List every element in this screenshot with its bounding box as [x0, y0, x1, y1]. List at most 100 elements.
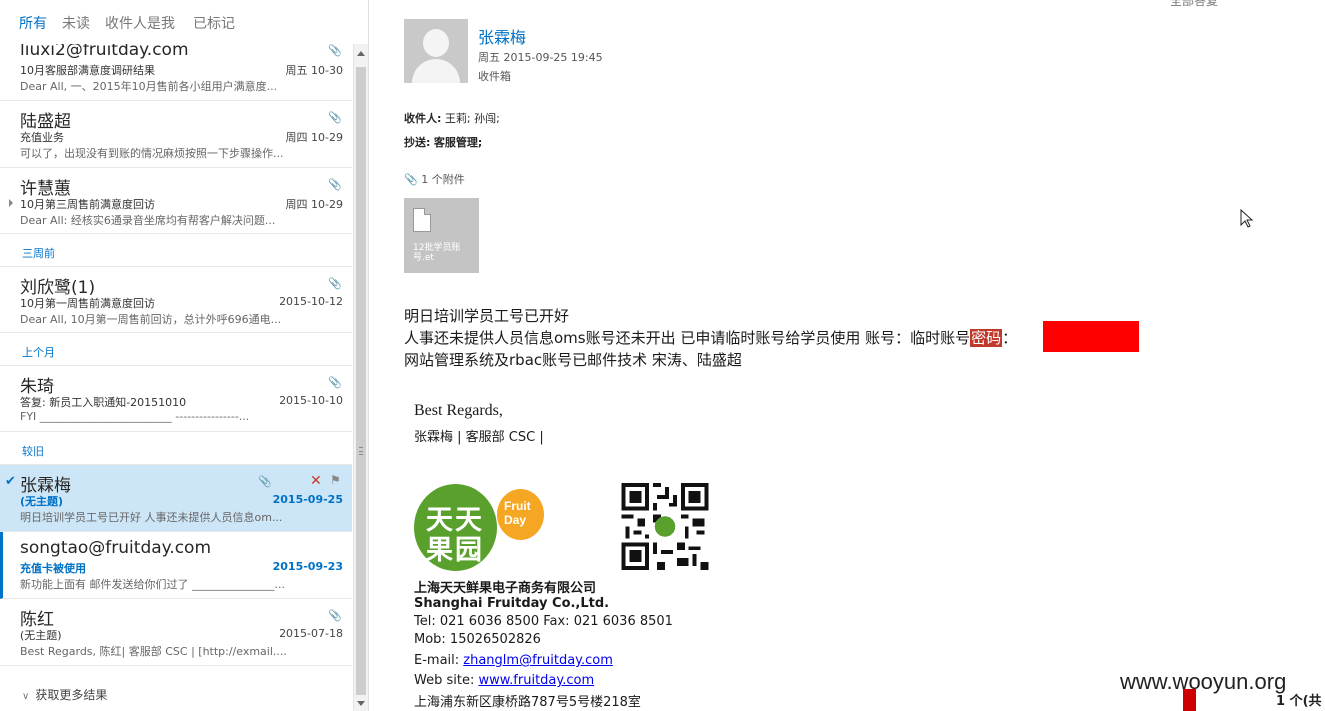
group-label: 上个月 [22, 346, 55, 359]
mail-item[interactable]: 陈红 📎 (无主题) 2015-07-18 Best Regards, 陈红| … [0, 599, 352, 666]
website-link[interactable]: www.fruitday.com [478, 673, 594, 688]
attachment-count-label: 1 个附件 [421, 173, 465, 186]
body-text: 人事还未提供人员信息oms账号还未开出 已申请临时账号给学员使用 账号：临时账号 [404, 329, 971, 347]
mail-subject: 10月客服部满意度调研结果 [20, 64, 155, 77]
mail-date: 2015-07-18 [279, 627, 343, 640]
mail-preview: FYI ________________________ -----------… [20, 410, 250, 423]
mail-list: liuxi2@fruitday.com 📎 10月客服部满意度调研结果 周五 1… [0, 44, 352, 711]
mail-subject: 充值业务 [20, 131, 64, 144]
to-recipients[interactable]: 王莉; 孙闯; [445, 112, 500, 125]
cc-label: 抄送: [404, 136, 431, 149]
email-label: E-mail: [414, 653, 464, 668]
attachment-icon: 📎 [328, 609, 342, 622]
body-text: ： [1002, 329, 1018, 347]
body-line: 网站管理系统及rbac账号已邮件技术 宋涛、陆盛超 [404, 351, 742, 369]
redaction-block [1043, 321, 1139, 352]
mail-subject: 充值卡被使用 [20, 562, 86, 575]
email-link[interactable]: zhanglm@fruitday.com [463, 653, 613, 668]
mail-subject: (无主题) [20, 495, 64, 508]
mail-item[interactable]: 陆盛超 📎 充值业务 周四 10-29 可以了，出现没有到账的情况麻烦按照一下步… [0, 101, 352, 168]
body-line: 人事还未提供人员信息oms账号还未开出 已申请临时账号给学员使用 账号：临时账号… [404, 327, 1017, 348]
checkmark-icon[interactable]: ✔ [5, 474, 16, 489]
group-label: 三周前 [22, 247, 55, 260]
mobile: Mob: 15026502826 [414, 632, 541, 647]
mail-item[interactable]: 朱琦 📎 答复: 新员工入职通知-20151010 2015-10-10 FYI… [0, 366, 352, 432]
scroll-thumb[interactable] [356, 67, 366, 695]
message-list-pane: 所有 未读 收件人是我 已标记 liuxi2@fruitday.com 📎 10… [0, 0, 369, 711]
sender-name[interactable]: 张霖梅 [478, 24, 526, 48]
mail-preview: Dear All, 一、2015年10月售前各小组用户满意度... [20, 80, 278, 93]
reply-all-label: 全部答复 [1170, 0, 1219, 8]
reading-pane: 全部答复 张霖梅 周五 2015-09-25 19:45 收件箱 收件人: 王莉… [370, 0, 1325, 711]
group-header: 上个月 [0, 333, 352, 366]
more-results-label: 获取更多结果 [35, 688, 108, 702]
mail-subject: (无主题) [20, 629, 62, 642]
mail-date: 2015-10-12 [279, 295, 343, 308]
scroll-up-arrow[interactable] [357, 51, 365, 56]
mail-sender: songtao@fruitday.com [20, 538, 212, 558]
attachment-icon: 📎 [328, 277, 342, 290]
filter-to-me[interactable]: 收件人是我 [105, 13, 175, 33]
mail-date: 周五 10-30 [285, 64, 343, 77]
to-line: 收件人: 王莉; 孙闯; [404, 110, 500, 126]
mail-date: 2015-09-25 [272, 493, 343, 506]
email-line: E-mail: zhanglm@fruitday.com [414, 653, 613, 668]
delete-icon[interactable]: ✕ [310, 473, 322, 489]
cc-recipients[interactable]: 客服管理; [434, 136, 482, 149]
website-label: Web site: [414, 673, 479, 688]
attachment-count: 📎 1 个附件 [404, 171, 465, 187]
mail-item[interactable]: liuxi2@fruitday.com 📎 10月客服部满意度调研结果 周五 1… [0, 44, 352, 101]
signature-regards: Best Regards, [414, 402, 503, 419]
mail-subject: 10月第一周售前满意度回访 [20, 297, 155, 310]
highlighted-text: 密码 [970, 329, 1003, 347]
attachment-icon: 📎 [328, 178, 342, 191]
mail-preview: Dear All, 10月第一周售前回访，总计外呼696通电... [20, 313, 282, 326]
filter-bar: 所有 未读 收件人是我 已标记 [0, 0, 369, 44]
mail-date: 2015-10-10 [279, 394, 343, 407]
qr-code [621, 483, 709, 570]
paperclip-icon: 📎 [404, 173, 418, 186]
mail-item-selected[interactable]: ✔ 张霖梅 📎 ✕ ⚑ (无主题) 2015-09-25 明日培训学员工号已开好… [0, 465, 352, 532]
group-header: 较旧 [0, 432, 352, 465]
reply-all-button[interactable]: 全部答复 [1170, 0, 1218, 9]
flag-icon[interactable]: ⚑ [330, 473, 341, 487]
phone-fax: Tel: 021 6036 8500 Fax: 021 6036 8501 [414, 614, 673, 629]
watermark: www.wooyun.org [1120, 669, 1287, 694]
more-results-link[interactable]: ∨ 获取更多结果 [22, 686, 107, 703]
mail-item-unread[interactable]: songtao@fruitday.com 充值卡被使用 2015-09-23 新… [0, 532, 352, 599]
chevron-down-icon: ∨ [22, 691, 30, 702]
filter-unread[interactable]: 未读 [62, 13, 90, 33]
attachment-icon: 📎 [328, 376, 342, 389]
sent-date: 周五 2015-09-25 19:45 [478, 51, 603, 64]
website-line: Web site: www.fruitday.com [414, 673, 594, 688]
fruitday-logo: 天 天 果 园 [414, 484, 497, 571]
document-icon [413, 208, 431, 232]
attachment-tile[interactable]: 12批学员账号.et [404, 198, 479, 273]
expand-conversation-icon[interactable] [9, 199, 13, 207]
fruitday-badge: Fruit Day [497, 489, 544, 540]
address: 上海浦东新区康桥路787号5号楼218室 [414, 695, 641, 710]
badge-text: Fruit [504, 499, 531, 513]
filter-all[interactable]: 所有 [19, 13, 47, 33]
mail-date: 周四 10-29 [285, 131, 343, 144]
scroll-down-arrow[interactable] [357, 701, 365, 706]
mail-item[interactable]: 刘欣鹭(1) 📎 10月第一周售前满意度回访 2015-10-12 Dear A… [0, 267, 352, 333]
to-label: 收件人: [404, 112, 442, 125]
mail-date: 周四 10-29 [285, 198, 343, 211]
mail-item[interactable]: 许慧蕙 📎 10月第三周售前满意度回访 周四 10-29 Dear All: 经… [0, 168, 352, 234]
signature-name-line: 张霖梅 | 客服部 CSC | [414, 430, 544, 445]
mail-date: 2015-09-23 [272, 560, 343, 573]
mail-subject: 10月第三周售前满意度回访 [20, 198, 155, 211]
page-count: 1 个(共 [1276, 694, 1322, 709]
avatar [404, 19, 468, 83]
list-scrollbar[interactable] [353, 44, 368, 711]
body-line: 明日培训学员工号已开好 [404, 307, 570, 325]
mail-preview: 可以了，出现没有到账的情况麻烦按照一下步骤操作... [20, 147, 284, 160]
filter-flagged[interactable]: 已标记 [193, 13, 235, 33]
mail-subject: 答复: 新员工入职通知-20151010 [20, 396, 187, 409]
attachment-icon: 📎 [258, 475, 272, 488]
badge-text: Day [504, 513, 527, 527]
logo-char: 园 [455, 535, 482, 566]
group-header: 三周前 [0, 234, 352, 267]
attachment-icon: 📎 [328, 44, 342, 57]
